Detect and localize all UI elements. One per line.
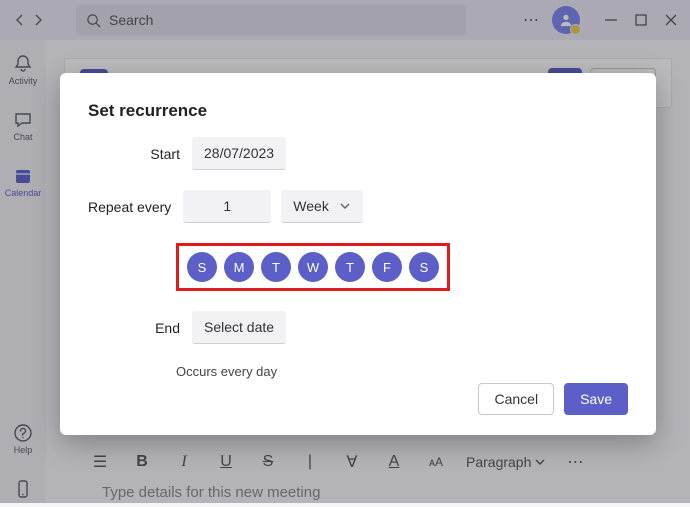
recurrence-summary: Occurs every day bbox=[176, 364, 628, 379]
start-label: Start bbox=[88, 146, 180, 162]
save-button[interactable]: Save bbox=[564, 383, 628, 415]
dialog-title: Set recurrence bbox=[88, 101, 628, 121]
day-monday[interactable]: M bbox=[224, 252, 254, 282]
day-wednesday[interactable]: W bbox=[298, 252, 328, 282]
repeat-unit-select[interactable]: Week bbox=[281, 190, 363, 223]
start-date-field[interactable]: 28/07/2023 bbox=[192, 137, 286, 170]
recurrence-dialog: Set recurrence Start 28/07/2023 Repeat e… bbox=[60, 73, 656, 435]
repeat-unit-value: Week bbox=[293, 198, 329, 214]
end-label: End bbox=[88, 320, 180, 336]
cancel-button[interactable]: Cancel bbox=[478, 383, 554, 415]
day-thursday[interactable]: T bbox=[335, 252, 365, 282]
end-date-field[interactable]: Select date bbox=[192, 311, 286, 344]
repeat-label: Repeat every bbox=[88, 199, 171, 215]
repeat-count-field[interactable]: 1 bbox=[183, 190, 271, 223]
day-sunday[interactable]: S bbox=[187, 252, 217, 282]
days-highlight: S M T W T F S bbox=[176, 243, 450, 291]
day-friday[interactable]: F bbox=[372, 252, 402, 282]
day-tuesday[interactable]: T bbox=[261, 252, 291, 282]
chevron-down-icon bbox=[339, 200, 351, 212]
day-saturday[interactable]: S bbox=[409, 252, 439, 282]
